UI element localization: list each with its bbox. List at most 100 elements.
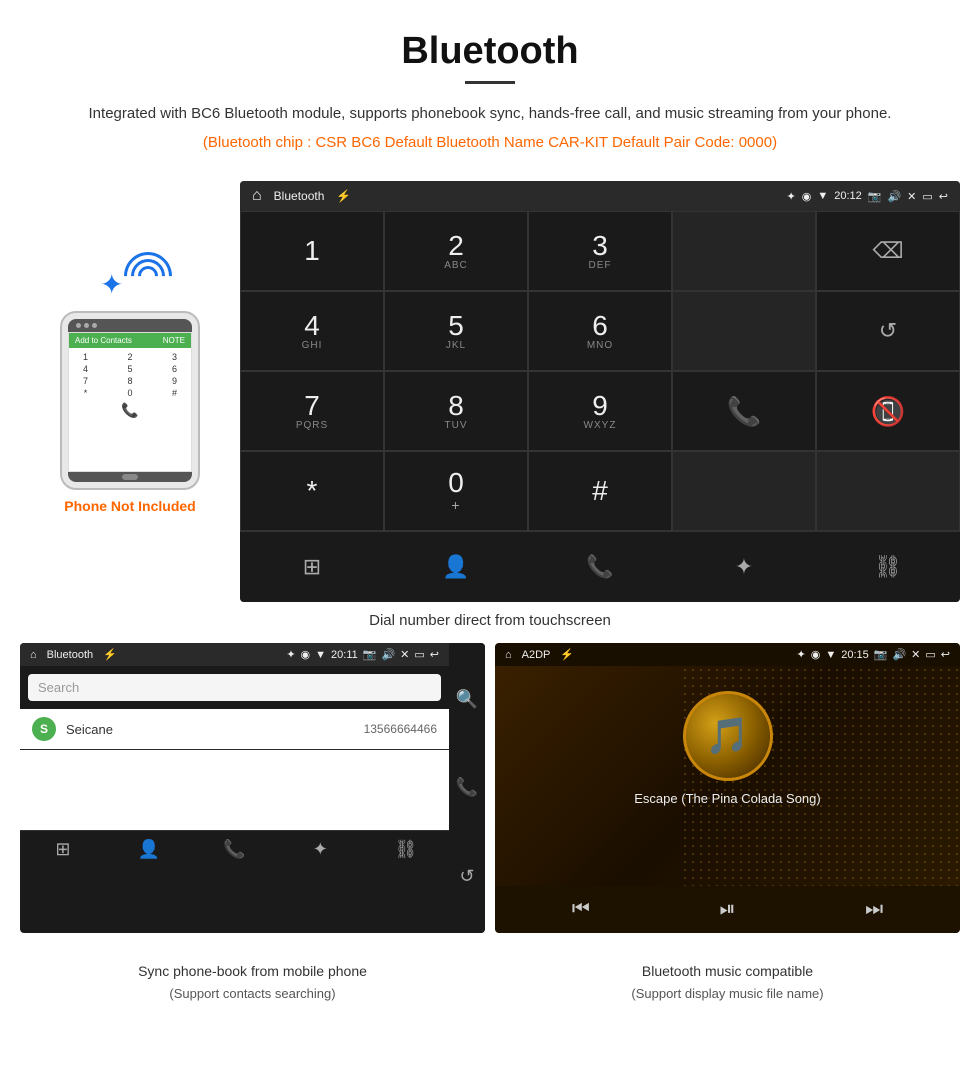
dial-key-9[interactable]: 9 WXYZ [528, 371, 672, 451]
music-loc: ◉ [811, 648, 821, 661]
dial-key-1[interactable]: 1 [240, 211, 384, 291]
phone-not-included-label: Phone Not Included [64, 498, 195, 514]
music-panel: ⌂ A2DP ⚡ ✦ ◉ ▼ 20:15 📷 🔊 ✕ ▭ ↩ [495, 643, 960, 933]
music-home-icon[interactable]: ⌂ [505, 649, 512, 661]
dial-empty-3 [672, 451, 816, 531]
pb-scr: ▭ [414, 648, 424, 661]
music-album-art: 🎵 [683, 691, 773, 781]
pb-toolbar-phone[interactable]: 📞 [192, 839, 278, 860]
phone-screen-label: Add to Contacts [75, 336, 132, 345]
page-header: Bluetooth Integrated with BC6 Bluetooth … [0, 0, 980, 181]
bottom-captions: Sync phone-book from mobile phone (Suppo… [0, 953, 980, 1011]
pb-toolbar-link[interactable]: ⛓ [363, 839, 449, 860]
dial-key-star[interactable]: * [240, 451, 384, 531]
back-icon[interactable]: ↩ [939, 190, 948, 203]
bluetooth-signal: ✦ [90, 241, 170, 301]
dial-key-8[interactable]: 8 TUV [384, 371, 528, 451]
search-side-icon[interactable]: 🔍 [456, 689, 478, 710]
music-column: ⌂ A2DP ⚡ ✦ ◉ ▼ 20:15 📷 🔊 ✕ ▭ ↩ [495, 643, 960, 933]
pb-cam: 📷 [363, 648, 377, 661]
search-bar[interactable]: Search [28, 674, 441, 701]
search-placeholder: Search [38, 680, 79, 695]
dial-status-bar: ⌂ Bluetooth ⚡ ✦ ◉ ▼ 20:12 📷 🔊 ✕ ▭ ↩ [240, 181, 960, 211]
pb-toolbar-person[interactable]: 👤 [106, 839, 192, 860]
music-bg: 🎵 Escape (The Pina Colada Song) [495, 666, 960, 886]
toolbar-link[interactable]: ⛓ [816, 542, 960, 592]
camera-icon: 📷 [868, 190, 882, 203]
pb-sig: ▼ [315, 649, 326, 661]
dial-call-green[interactable]: 📞 [672, 371, 816, 451]
dial-empty-2 [672, 291, 816, 371]
usb-icon: ⚡ [336, 189, 351, 203]
bottom-panels: ⌂ Bluetooth ⚡ ✦ ◉ ▼ 20:11 📷 🔊 ✕ ▭ ↩ [0, 643, 980, 953]
call-side-icon[interactable]: 📞 [456, 777, 478, 798]
dial-backspace[interactable]: ⌫ [816, 211, 960, 291]
pb-toolbar-bt[interactable]: ✦ [277, 839, 363, 860]
dial-key-7[interactable]: 7 PQRS [240, 371, 384, 451]
pb-usb: ⚡ [103, 648, 117, 661]
music-cam: 📷 [874, 648, 888, 661]
pb-close[interactable]: ✕ [400, 648, 409, 661]
music-controls: ⏮ ⏯ ⏭ [495, 886, 960, 933]
toolbar-contacts[interactable]: 👤 [384, 542, 528, 592]
phone-section: ✦ Add to Contacts NOTE 123 [20, 181, 240, 514]
phone-screen-btn: NOTE [163, 336, 185, 345]
toolbar-phone[interactable]: 📞 [528, 542, 672, 592]
pb-home-icon[interactable]: ⌂ [30, 649, 37, 661]
contact-avatar: S [32, 717, 56, 741]
phone-call-btn: 📞 [121, 402, 138, 419]
main-content: ✦ Add to Contacts NOTE 123 [0, 181, 980, 602]
pb-time: 20:11 [331, 649, 358, 661]
refresh-side-icon[interactable]: ↺ [459, 866, 474, 887]
music-caption-sub: (Support display music file name) [495, 986, 960, 1001]
phone-home-button [122, 474, 138, 480]
music-scr: ▭ [925, 648, 935, 661]
pb-vol: 🔊 [381, 648, 395, 661]
dial-refresh[interactable]: ↺ [816, 291, 960, 371]
signal-icon: ▼ [817, 190, 828, 202]
phone-screen-header: Add to Contacts NOTE [69, 333, 191, 348]
music-usb: ⚡ [560, 648, 574, 661]
dial-key-2[interactable]: 2 ABC [384, 211, 528, 291]
contact-list-empty [20, 750, 449, 830]
phone-dot-3 [92, 323, 97, 328]
toolbar-grid[interactable]: ⊞ [240, 542, 384, 592]
music-play-pause[interactable]: ⏯ [719, 898, 735, 921]
pb-back[interactable]: ↩ [430, 648, 439, 661]
contact-row[interactable]: S Seicane 13566664466 [20, 709, 449, 750]
music-close[interactable]: ✕ [911, 648, 920, 661]
status-left: ⌂ Bluetooth ⚡ [252, 187, 351, 205]
home-icon[interactable]: ⌂ [252, 187, 262, 205]
phone-dialer-row-2: 456 [73, 364, 187, 374]
music-prev[interactable]: ⏮ [572, 898, 590, 921]
dial-caption: Dial number direct from touchscreen [0, 602, 980, 643]
music-vol: 🔊 [892, 648, 906, 661]
phone-dot-2 [84, 323, 89, 328]
dial-key-3[interactable]: 3 DEF [528, 211, 672, 291]
music-a2dp-label: A2DP [522, 649, 551, 661]
phonebook-toolbar: ⊞ 👤 📞 ✦ ⛓ [20, 830, 449, 868]
bluetooth-label: Bluetooth [274, 189, 325, 203]
status-right: ✦ ◉ ▼ 20:12 📷 🔊 ✕ ▭ ↩ [787, 190, 949, 203]
close-icon[interactable]: ✕ [907, 190, 916, 203]
phonebook-caption-sub: (Support contacts searching) [20, 986, 485, 1001]
dial-call-red[interactable]: 📵 [816, 371, 960, 451]
phone-dialer-row-4: *0# [73, 388, 187, 398]
dial-key-4[interactable]: 4 GHI [240, 291, 384, 371]
phonebook-main: ⌂ Bluetooth ⚡ ✦ ◉ ▼ 20:11 📷 🔊 ✕ ▭ ↩ [20, 643, 449, 933]
music-back[interactable]: ↩ [941, 648, 950, 661]
dial-key-0[interactable]: 0 + [384, 451, 528, 531]
car-dial-screen: ⌂ Bluetooth ⚡ ✦ ◉ ▼ 20:12 📷 🔊 ✕ ▭ ↩ 1 [240, 181, 960, 602]
music-caption: Bluetooth music compatible [495, 953, 960, 986]
contact-name: Seicane [66, 722, 364, 737]
pb-toolbar-grid[interactable]: ⊞ [20, 839, 106, 860]
music-next[interactable]: ⏭ [865, 898, 883, 921]
dial-empty-4 [816, 451, 960, 531]
dial-key-6[interactable]: 6 MNO [528, 291, 672, 371]
dial-key-5[interactable]: 5 JKL [384, 291, 528, 371]
phonebook-caption-item: Sync phone-book from mobile phone (Suppo… [20, 953, 485, 1001]
music-bt: ✦ [797, 648, 806, 661]
dial-key-hash[interactable]: # [528, 451, 672, 531]
phone-mockup: Add to Contacts NOTE 123 456 789 *0# [60, 311, 200, 490]
toolbar-bluetooth[interactable]: ✦ [672, 542, 816, 592]
